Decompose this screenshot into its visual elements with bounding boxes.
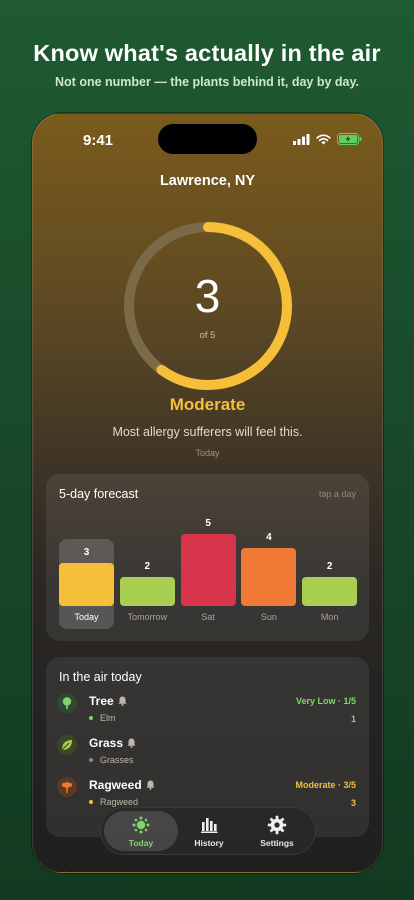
- plant-name-row: Ragweed: [89, 778, 155, 792]
- forecast-day-today[interactable]: 3 Today: [59, 474, 114, 641]
- forecast-day-sat[interactable]: 5 Sat: [180, 474, 236, 641]
- forecast-bar-value: 3: [83, 546, 90, 558]
- selected-day-caption: Today: [195, 448, 220, 458]
- leaf-icon: [57, 735, 77, 755]
- status-icons: [293, 133, 362, 145]
- tab-history[interactable]: History: [172, 811, 246, 851]
- forecast-day-mon[interactable]: 2 Mon: [302, 474, 358, 641]
- forecast-bars: 3 Today 2 Tomorrow 5 Sat 4 Sun 2 Mon: [46, 474, 369, 641]
- forecast-bar-value: 5: [205, 518, 211, 529]
- wifi-icon: [316, 133, 331, 144]
- flower-icon: [57, 777, 77, 797]
- bar-chart-icon: [201, 818, 218, 833]
- forecast-day-label: Mon: [320, 612, 339, 622]
- plant-level: Very Low · 1/5: [295, 696, 356, 706]
- forecast-day-label: Tomorrow: [127, 612, 168, 622]
- plant-row-tree[interactable]: Tree Elm Very Low · 1/5 1: [46, 693, 369, 733]
- forecast-day-label: Sun: [260, 612, 277, 622]
- forecast-bar: [180, 534, 236, 606]
- location-title: Lawrence, NY: [159, 173, 256, 189]
- tab-bar: Today History Settings: [100, 807, 316, 855]
- plant-name: Grass: [89, 736, 124, 750]
- species-name: Grasses: [100, 755, 134, 765]
- tree-icon: [57, 693, 77, 713]
- status-time: 9:41: [83, 132, 114, 149]
- species-dot: [89, 716, 93, 720]
- plant-count: 3: [350, 798, 356, 808]
- subheadline: Not one number — the plants behind it, d…: [55, 75, 359, 89]
- pollen-level-scale: of 5: [199, 330, 216, 341]
- forecast-bar: [241, 548, 297, 606]
- forecast-bar: [302, 577, 358, 606]
- tab-settings-label: Settings: [260, 838, 294, 848]
- species-name: Ragweed: [100, 797, 139, 807]
- forecast-bar: [119, 577, 175, 606]
- species-name: Elm: [100, 713, 116, 723]
- pollen-level-value: 3: [194, 270, 221, 322]
- gear-icon: [267, 815, 287, 835]
- in-the-air-title: In the air today: [59, 670, 142, 684]
- plant-row-grass[interactable]: Grass Grasses: [46, 735, 369, 775]
- plant-name: Ragweed: [89, 778, 142, 792]
- forecast-day-sun[interactable]: 4 Sun: [241, 474, 297, 641]
- bell-icon[interactable]: [146, 780, 155, 790]
- plant-species: Grasses: [89, 755, 134, 765]
- plant-name: Tree: [89, 694, 114, 708]
- forecast-day-label: Today: [74, 612, 99, 622]
- forecast-bar-value: 2: [144, 561, 151, 573]
- forecast-bar: [59, 562, 114, 606]
- bell-icon[interactable]: [118, 696, 127, 706]
- forecast-card: 5-day forecast tap a day 3 Today 2 Tomorrow…: [46, 474, 369, 641]
- tab-settings[interactable]: Settings: [240, 811, 314, 851]
- tab-history-label: History: [194, 838, 224, 848]
- species-dot: [89, 758, 93, 762]
- signal-icon: [293, 133, 310, 145]
- pollen-level-description: Most allergy sufferers will feel this.: [112, 425, 303, 439]
- forecast-bar-value: 2: [326, 561, 333, 573]
- species-dot: [89, 800, 93, 804]
- battery-charging-icon: [337, 133, 362, 145]
- headline: Know what's actually in the air: [33, 40, 381, 66]
- plant-name-row: Tree: [89, 694, 127, 708]
- pollen-level-label: Moderate: [169, 395, 246, 414]
- dynamic-island: [158, 124, 257, 154]
- forecast-bar-value: 4: [266, 532, 272, 544]
- plant-species: Elm: [89, 713, 116, 723]
- plant-name-row: Grass: [89, 736, 136, 750]
- faded-next-row: ·: [63, 865, 67, 873]
- phone-screen: 9:41 Lawrence, NY 3 of 5 Moderate Most a…: [32, 113, 383, 873]
- forecast-day-label: Sat: [201, 612, 215, 622]
- tab-today-label: Today: [128, 838, 154, 848]
- bell-icon[interactable]: [127, 738, 136, 748]
- plant-species: Ragweed: [89, 797, 138, 807]
- plant-count: 1: [350, 714, 356, 724]
- plant-level: Moderate · 3/5: [295, 780, 356, 790]
- tab-today[interactable]: Today: [104, 811, 178, 851]
- pollen-icon: [132, 816, 150, 834]
- forecast-day-tomorrow[interactable]: 2 Tomorrow: [119, 474, 175, 641]
